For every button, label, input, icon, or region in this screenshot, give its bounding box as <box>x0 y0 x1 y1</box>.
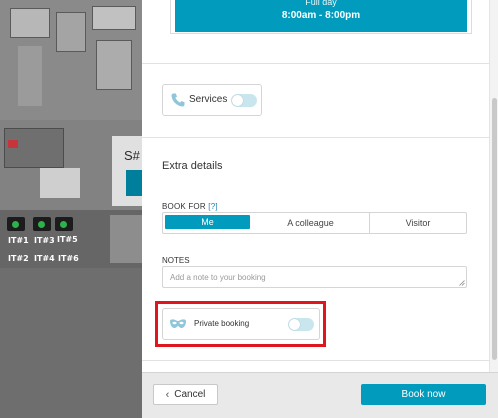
map-room <box>4 128 64 168</box>
map-room <box>10 8 50 38</box>
book-now-button[interactable]: Book now <box>361 384 486 405</box>
phone-icon <box>171 93 185 107</box>
desk-label: IT#3 <box>34 236 55 245</box>
book-for-colleague-option[interactable]: A colleague <box>252 213 370 233</box>
scrollbar[interactable] <box>489 0 498 372</box>
desk-label: IT#2 <box>8 254 29 263</box>
map-area-bottom <box>0 268 142 418</box>
desk-label: IT#6 <box>58 254 79 263</box>
desk-available-icon <box>38 221 45 228</box>
space-label: S# <box>124 148 140 163</box>
full-day-title: Full day <box>305 0 337 7</box>
book-for-selector: Me A colleague Visitor <box>162 212 467 234</box>
resize-grip-icon[interactable] <box>459 280 465 286</box>
map-room <box>96 40 132 90</box>
divider <box>142 63 489 64</box>
panel-footer: ‹ Cancel Book now <box>142 372 498 418</box>
map-marker <box>8 140 18 148</box>
cancel-button[interactable]: ‹ Cancel <box>153 384 218 405</box>
desk-label: IT#1 <box>8 236 29 245</box>
scrollbar-thumb[interactable] <box>492 98 497 360</box>
booking-panel: Full day 8:00am - 8:00pm Services Extra … <box>142 0 498 418</box>
private-booking-label: Private booking <box>194 319 250 328</box>
cancel-button-label: Cancel <box>174 389 206 400</box>
services-card[interactable]: Services <box>162 84 262 116</box>
full-day-time: 8:00am - 8:00pm <box>281 10 361 21</box>
chevron-left-icon: ‹ <box>165 388 170 401</box>
desk-available-icon <box>12 221 19 228</box>
toggle-knob <box>232 95 243 106</box>
extra-details-title: Extra details <box>162 160 223 172</box>
desk-available-icon <box>60 221 67 228</box>
notes-field[interactable]: Add a note to your booking <box>162 266 467 288</box>
floor-plan-map[interactable]: S# IT#1 IT#3 IT#5 IT#2 IT#4 IT#6 <box>0 0 142 418</box>
private-booking-toggle[interactable] <box>288 318 314 331</box>
private-booking-card[interactable]: Private booking <box>162 308 320 340</box>
full-day-slot[interactable]: Full day 8:00am - 8:00pm <box>175 0 467 32</box>
toggle-knob <box>289 319 300 330</box>
notes-label: NOTES <box>162 256 190 265</box>
selected-space[interactable] <box>126 170 142 196</box>
map-room <box>40 168 80 198</box>
book-for-label: BOOK FOR [?] <box>162 202 218 211</box>
map-room <box>92 6 136 30</box>
divider <box>142 137 489 138</box>
desk-label: IT#4 <box>34 254 55 263</box>
services-label: Services <box>189 94 228 105</box>
map-room <box>110 215 142 263</box>
divider <box>142 360 498 361</box>
desk-label: IT#5 <box>57 235 78 244</box>
book-for-label-text: BOOK FOR <box>162 202 206 211</box>
book-for-help-link[interactable]: [?] <box>208 202 218 211</box>
mask-icon <box>170 319 186 328</box>
book-for-visitor-option[interactable]: Visitor <box>370 213 466 233</box>
map-room <box>18 46 42 106</box>
book-for-me-option[interactable]: Me <box>165 215 250 229</box>
notes-placeholder: Add a note to your booking <box>170 273 266 282</box>
services-toggle[interactable] <box>231 94 257 107</box>
map-room <box>56 12 86 52</box>
